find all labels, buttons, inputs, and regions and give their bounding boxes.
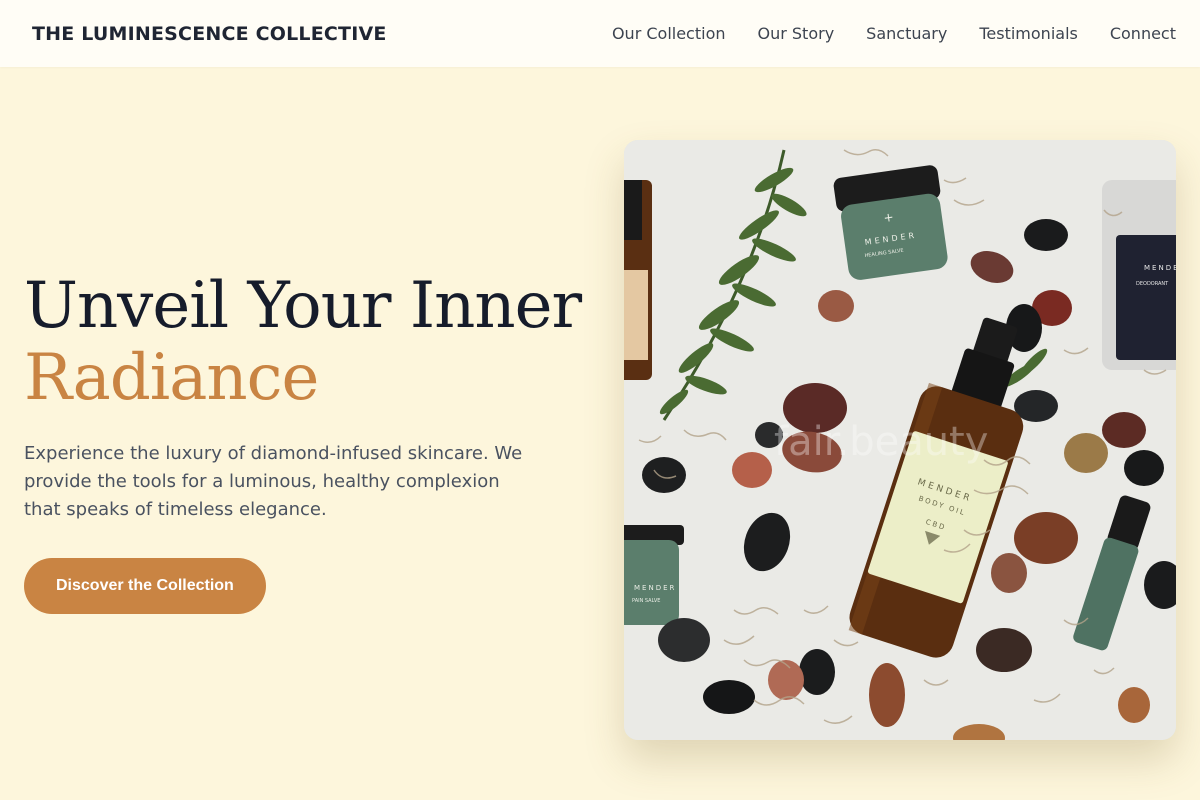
main-nav: Our Collection Our Story Sanctuary Testi… [612,24,1176,43]
top-navbar: THE LUMINESCENCE COLLECTIVE Our Collecti… [0,0,1200,67]
nav-link-connect[interactable]: Connect [1110,24,1176,43]
deodorant-stick: MENDER DEODORANT [1102,180,1176,370]
brand-logo[interactable]: THE LUMINESCENCE COLLECTIVE [32,23,387,45]
healing-salve-jar: MENDER HEALING SALVE + [833,165,948,280]
product-photo: MENDER PAIN SALVE MENDER HEALING SALVE +… [624,140,1176,740]
hero-product-image: MENDER PAIN SALVE MENDER HEALING SALVE +… [624,140,1176,740]
pain-salve-sublabel: PAIN SALVE [632,598,660,604]
headline-accent: Radiance [24,341,319,415]
pain-salve-label: MENDER [634,584,676,592]
deodorant-label: MENDER [1144,264,1176,272]
svg-text:+: + [883,210,895,225]
deodorant-sublabel: DEODORANT [1136,281,1169,287]
nav-link-our-story[interactable]: Our Story [758,24,835,43]
pain-salve-jar: MENDER PAIN SALVE [624,525,684,625]
nav-link-sanctuary[interactable]: Sanctuary [866,24,947,43]
discover-collection-button[interactable]: Discover the Collection [24,558,266,614]
nav-link-our-collection[interactable]: Our Collection [612,24,726,43]
hero-content: Unveil Your Inner Radiance Experience th… [24,270,584,614]
image-watermark: fair.beauty [774,419,988,465]
hero-headline: Unveil Your Inner Radiance [24,270,584,414]
headline-line-1: Unveil Your Inner [24,269,582,343]
hero-description: Experience the luxury of diamond-infused… [24,443,523,520]
nav-link-testimonials[interactable]: Testimonials [979,24,1078,43]
